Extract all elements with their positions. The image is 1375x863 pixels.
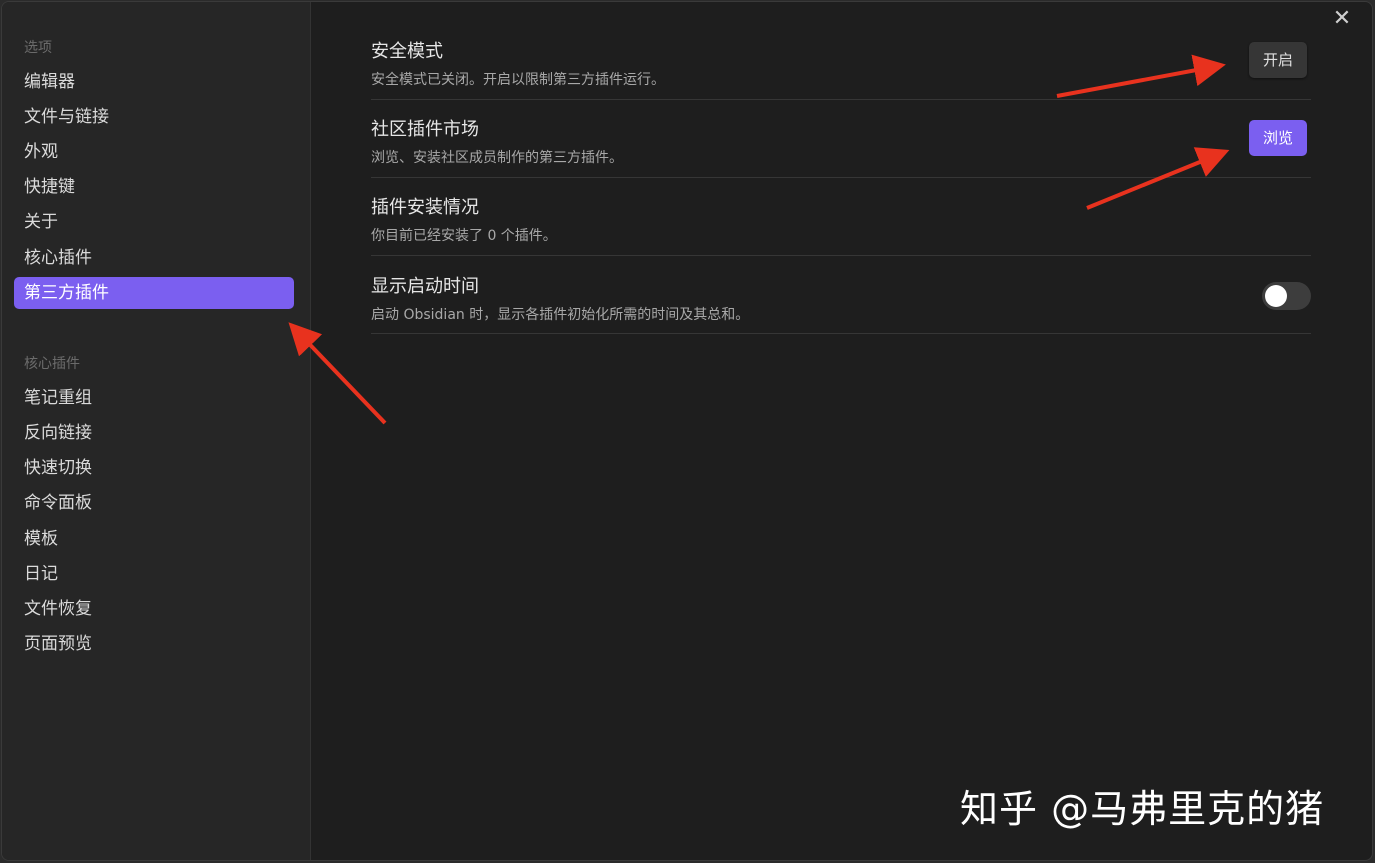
setting-description: 安全模式已关闭。开启以限制第三方插件运行。: [371, 72, 665, 88]
sidebar-item-about[interactable]: 关于: [14, 206, 294, 238]
watermark: 知乎 @马弗里克的猪: [960, 787, 1325, 831]
toggle-knob: [1265, 285, 1287, 307]
setting-description: 浏览、安装社区成员制作的第三方插件。: [371, 150, 623, 166]
divider: [371, 255, 1311, 256]
setting-installed-plugins: 插件安装情况 你目前已经安装了 0 个插件。: [371, 193, 1311, 245]
settings-sidebar: 选项 编辑器 文件与链接 外观 快捷键 关于 核心插件 第三方插件 核心插件 笔…: [2, 2, 311, 860]
sidebar-item-core-plugins[interactable]: 核心插件: [14, 242, 294, 274]
options-section-title: 选项: [24, 40, 52, 56]
setting-name: 插件安装情况: [371, 197, 479, 218]
setting-community-plugins: 社区插件市场 浏览、安装社区成员制作的第三方插件。: [371, 115, 1311, 167]
setting-name: 社区插件市场: [371, 119, 479, 140]
setting-description: 启动 Obsidian 时，显示各插件初始化所需的时间及其总和。: [371, 307, 750, 323]
core-plugins-section-title: 核心插件: [24, 356, 80, 372]
setting-name: 安全模式: [371, 41, 443, 62]
sidebar-item-command-palette[interactable]: 命令面板: [14, 487, 294, 519]
settings-modal: 选项 编辑器 文件与链接 外观 快捷键 关于 核心插件 第三方插件 核心插件 笔…: [1, 1, 1373, 861]
divider: [371, 177, 1311, 178]
sidebar-item-third-party-plugins[interactable]: 第三方插件: [14, 277, 294, 309]
sidebar-item-page-preview[interactable]: 页面预览: [14, 628, 294, 660]
sidebar-item-editor[interactable]: 编辑器: [14, 66, 294, 98]
sidebar-item-appearance[interactable]: 外观: [14, 136, 294, 168]
sidebar-item-templates[interactable]: 模板: [14, 523, 294, 555]
setting-description: 你目前已经安装了 0 个插件。: [371, 228, 557, 244]
setting-startup-time: 显示启动时间 启动 Obsidian 时，显示各插件初始化所需的时间及其总和。: [371, 272, 1311, 324]
divider: [371, 333, 1311, 334]
setting-safe-mode: 安全模式 安全模式已关闭。开启以限制第三方插件运行。: [371, 37, 1311, 89]
sidebar-item-daily-notes[interactable]: 日记: [14, 558, 294, 590]
divider: [371, 99, 1311, 100]
sidebar-item-backlinks[interactable]: 反向链接: [14, 417, 294, 449]
startup-time-toggle[interactable]: [1262, 282, 1311, 310]
close-icon[interactable]: ✕: [1331, 8, 1353, 30]
sidebar-item-note-composer[interactable]: 笔记重组: [14, 382, 294, 414]
sidebar-item-quick-switcher[interactable]: 快速切换: [14, 452, 294, 484]
sidebar-item-file-recovery[interactable]: 文件恢复: [14, 593, 294, 625]
sidebar-item-files-links[interactable]: 文件与链接: [14, 101, 294, 133]
setting-name: 显示启动时间: [371, 276, 479, 297]
safe-mode-enable-button[interactable]: 开启: [1249, 42, 1308, 78]
browse-plugins-button[interactable]: 浏览: [1249, 120, 1308, 156]
sidebar-item-hotkeys[interactable]: 快捷键: [14, 171, 294, 203]
